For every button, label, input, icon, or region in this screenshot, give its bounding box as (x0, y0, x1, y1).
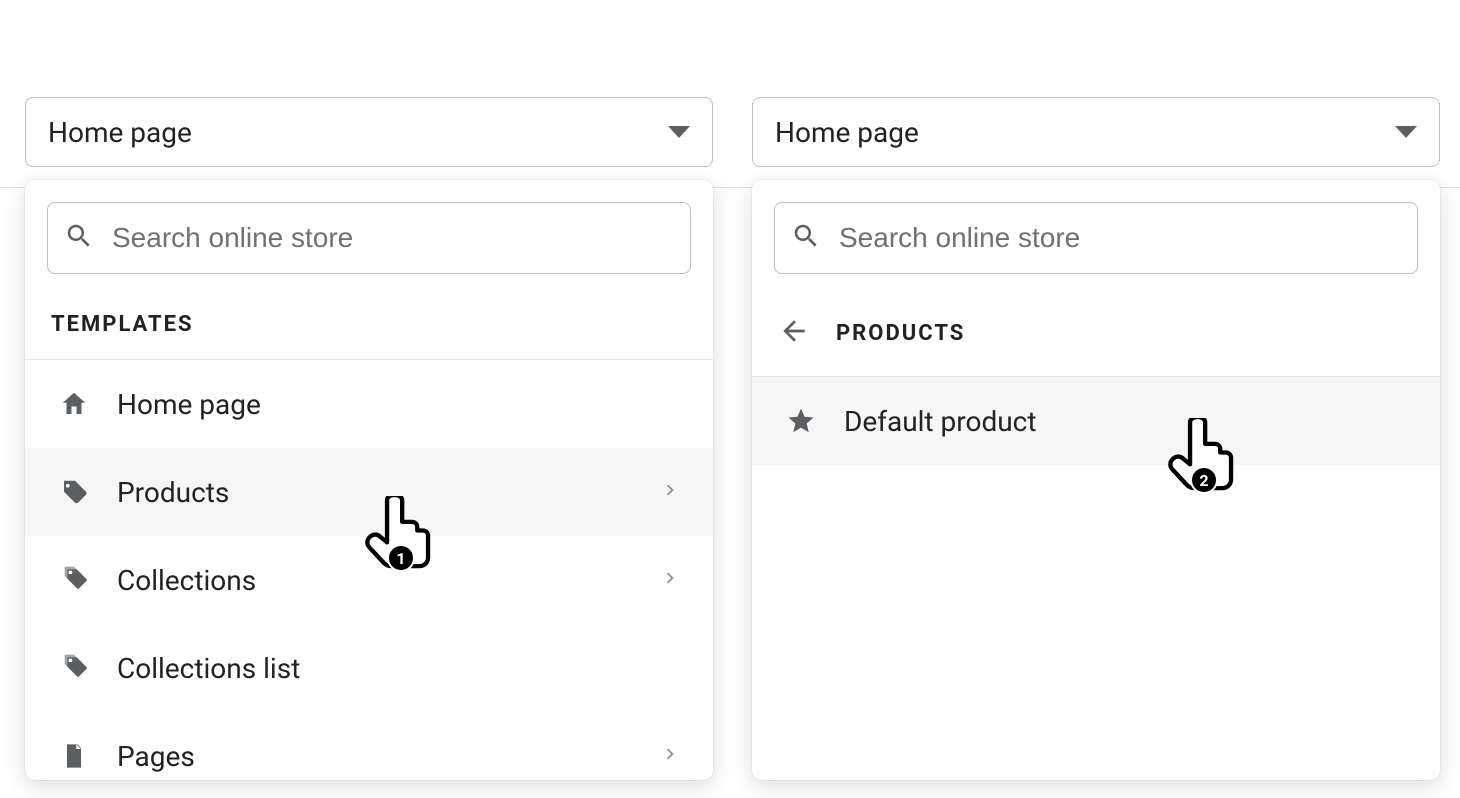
template-list: Default product (752, 377, 1440, 465)
template-select-right-label: Home page (775, 116, 919, 149)
template-select-left[interactable]: Home page (25, 97, 713, 167)
breadcrumb-products: Products (836, 321, 965, 346)
template-item-label: Products (117, 476, 633, 509)
section-heading-templates: Templates (51, 312, 687, 337)
chevron-right-icon (659, 567, 681, 593)
template-item-products[interactable]: Products (25, 448, 713, 536)
arrow-left-icon (778, 315, 810, 351)
tags-icon (57, 564, 91, 596)
template-popover-left: Templates Home page Products (25, 180, 713, 780)
template-item-label: Pages (117, 740, 633, 773)
search-field[interactable] (774, 202, 1418, 274)
search-icon (791, 221, 821, 255)
search-input[interactable] (112, 222, 674, 254)
template-select-right[interactable]: Home page (752, 97, 1440, 167)
search-icon (64, 221, 94, 255)
star-icon (784, 406, 818, 436)
template-popover-right: Products Default product (752, 180, 1440, 780)
tags-icon (57, 652, 91, 684)
template-item-default-product[interactable]: Default product (752, 377, 1440, 465)
template-item-label: Default product (844, 405, 1408, 438)
template-item-label: Collections (117, 564, 633, 597)
chevron-right-icon (659, 479, 681, 505)
template-list: Home page Products (25, 360, 713, 780)
chevron-right-icon (659, 743, 681, 769)
page-icon (57, 742, 91, 770)
template-item-collections[interactable]: Collections (25, 536, 713, 624)
chevron-down-icon (1395, 126, 1417, 138)
template-item-label: Collections list (117, 652, 681, 685)
search-field[interactable] (47, 202, 691, 274)
search-input[interactable] (839, 222, 1401, 254)
template-item-pages[interactable]: Pages (25, 712, 713, 780)
template-item-collections-list[interactable]: Collections list (25, 624, 713, 712)
template-item-label: Home page (117, 388, 681, 421)
template-item-home-page[interactable]: Home page (25, 360, 713, 448)
home-icon (57, 389, 91, 419)
tag-icon (57, 477, 91, 507)
back-navigation[interactable]: Products (774, 298, 1418, 368)
chevron-down-icon (668, 126, 690, 138)
template-select-left-label: Home page (48, 116, 192, 149)
